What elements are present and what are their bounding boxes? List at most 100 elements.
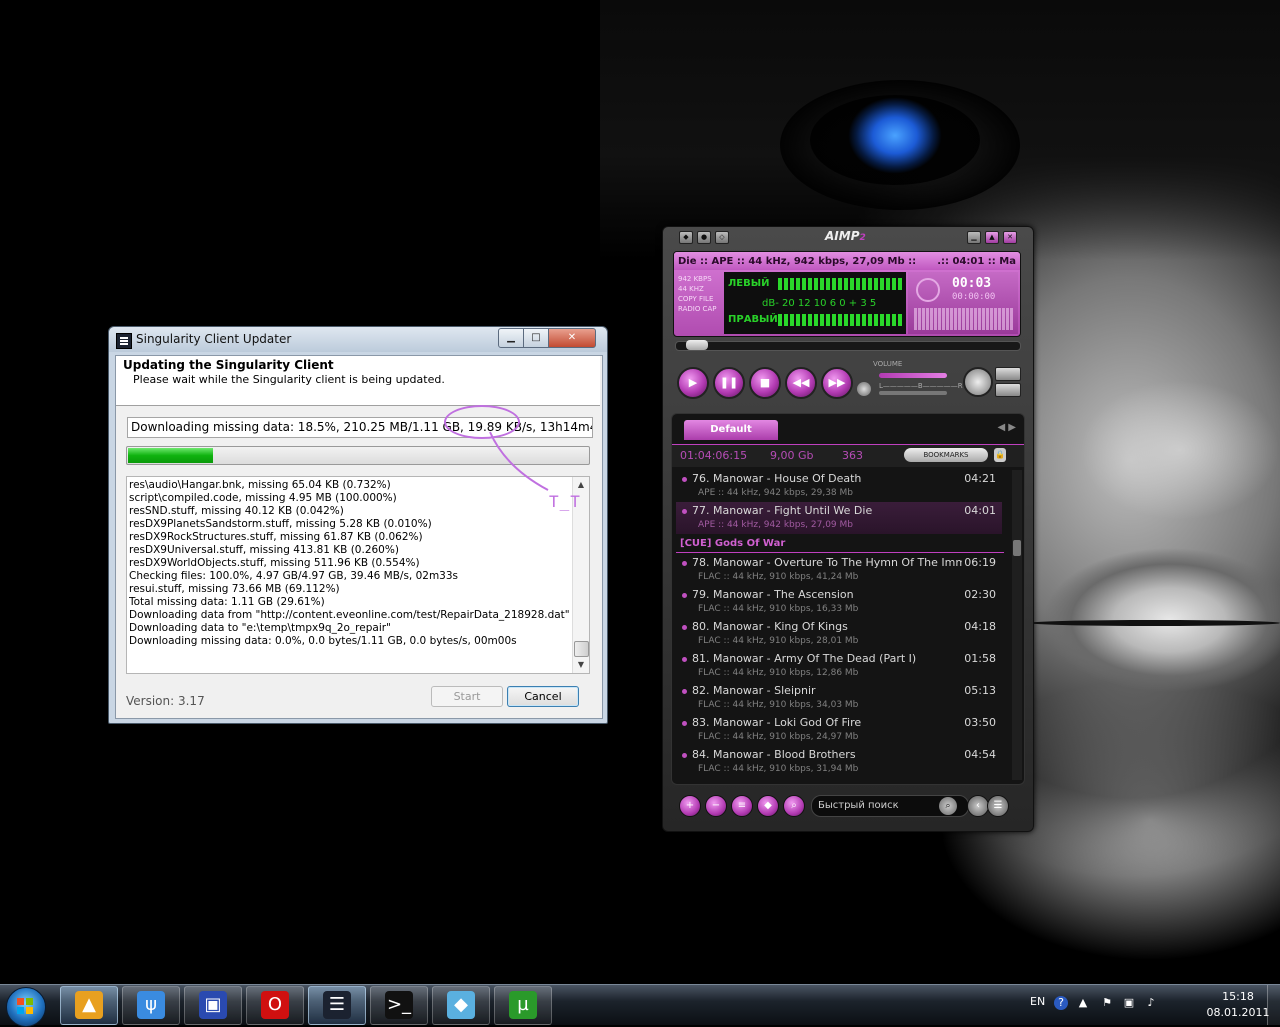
aimp-logo: AIMP2 bbox=[825, 229, 866, 243]
elapsed-time[interactable]: 00:03 bbox=[952, 276, 991, 291]
cmd-app-icon: >_ bbox=[385, 991, 413, 1019]
show-desktop-button[interactable] bbox=[1267, 985, 1280, 1025]
find-icon[interactable]: ⌕ bbox=[783, 795, 805, 817]
lock-icon[interactable]: 🔒 bbox=[994, 448, 1006, 462]
playlist-track[interactable]: 84. Manowar - Blood Brothers 04:54 FLAC ::… bbox=[676, 746, 1002, 778]
opera-app-icon: O bbox=[261, 991, 289, 1019]
playlist-scroll-thumb[interactable] bbox=[1013, 540, 1021, 556]
seek-bar[interactable] bbox=[675, 340, 1021, 351]
taskbar-utorrent-app[interactable]: µ bbox=[494, 986, 552, 1025]
log-line: resui.stuff, missing 73.66 MB (69.112%) bbox=[129, 583, 340, 595]
mark-icon[interactable]: ◆ bbox=[757, 795, 779, 817]
playlist-track[interactable]: 76. Manowar - House Of Death 04:21 APE :: … bbox=[676, 470, 1002, 502]
log-box[interactable]: res\audio\Hangar.bnk, missing 65.04 KB (… bbox=[126, 476, 590, 674]
start-button[interactable]: Start bbox=[431, 686, 503, 707]
updater-app-icon: ☰ bbox=[323, 991, 351, 1019]
action-center-flag-icon[interactable]: ⚑ bbox=[1100, 996, 1114, 1010]
log-line: Downloading data to "e:\temp\tmpx9q_2o_r… bbox=[129, 622, 391, 634]
sort-icon[interactable]: ≡ bbox=[731, 795, 753, 817]
vu-meter: ЛЕВЫЙ dB- 20 12 10 6 0 + 3 5 ПРАВЫЙ bbox=[724, 272, 906, 334]
clock-date[interactable]: 08.01.2011 bbox=[1206, 1006, 1270, 1019]
aimp-titlebar[interactable]: ◆ ● ◇ AIMP2 ▁ ▲ ✕ bbox=[663, 227, 1033, 247]
equalizer-button[interactable] bbox=[963, 367, 993, 397]
track-meta: APE :: 44 kHz, 942 kbps, 27,09 Mb bbox=[698, 520, 853, 530]
scroll-up-arrow-icon[interactable]: ▲ bbox=[573, 477, 589, 493]
log-line: resSND.stuff, missing 40.12 KB (0.042%) bbox=[129, 505, 344, 517]
khz-label: 44 KHZ bbox=[678, 285, 704, 293]
balance-slider[interactable] bbox=[879, 391, 947, 395]
minimize-button[interactable]: ▁ bbox=[498, 328, 524, 348]
language-indicator[interactable]: EN bbox=[1030, 995, 1045, 1008]
playlist-tab-default[interactable]: Default bbox=[684, 420, 778, 440]
aimp-skin-icon[interactable]: ◇ bbox=[715, 231, 729, 244]
close-button[interactable]: ✕ bbox=[548, 328, 596, 348]
playlist-tab-arrows-icon[interactable]: ◀ ▶ bbox=[997, 422, 1016, 433]
playlist-menu-icon[interactable]: ☰ bbox=[987, 795, 1009, 817]
power-knob-icon[interactable] bbox=[916, 278, 940, 302]
volume-icon[interactable]: ♪ bbox=[1144, 996, 1158, 1010]
next-button[interactable]: ▶▶ bbox=[821, 367, 853, 399]
taskbar-aimp-app[interactable]: ▲ bbox=[60, 986, 118, 1025]
stop-button[interactable]: ■ bbox=[749, 367, 781, 399]
previous-button[interactable]: ◀◀ bbox=[785, 367, 817, 399]
show-hidden-icons-icon[interactable]: ▲ bbox=[1076, 996, 1090, 1010]
aimp-menu-icon[interactable]: ◆ bbox=[679, 231, 693, 244]
play-button[interactable]: ▶ bbox=[677, 367, 709, 399]
scroll-down-arrow-icon[interactable]: ▼ bbox=[573, 657, 589, 673]
updater-titlebar[interactable]: Singularity Client Updater ▁ □ ✕ bbox=[109, 327, 607, 352]
track-title: 79. Manowar - The Ascension bbox=[692, 588, 854, 601]
playlist-toggle-icon[interactable] bbox=[995, 367, 1021, 381]
radio-cap-label: RADIO CAP bbox=[678, 305, 717, 313]
clock-time[interactable]: 15:18 bbox=[1212, 990, 1264, 1003]
playlist-track[interactable]: 79. Manowar - The Ascension 02:30 FLAC :: … bbox=[676, 586, 1002, 618]
playlist-track[interactable]: 81. Manowar - Army Of The Dead (Part I) 0… bbox=[676, 650, 1002, 682]
cancel-button[interactable]: Cancel bbox=[507, 686, 579, 707]
playlist-track[interactable]: 83. Manowar - Loki God Of Fire 03:50 FLAC … bbox=[676, 714, 1002, 746]
annotation-arrow bbox=[489, 431, 549, 491]
scroll-left-icon[interactable]: ‹ bbox=[967, 795, 989, 817]
playlist-scrollbar[interactable] bbox=[1012, 470, 1022, 780]
elapsed-time-sub: 00:00:00 bbox=[952, 292, 996, 302]
playlist-list[interactable]: 76. Manowar - House Of Death 04:21 APE :: … bbox=[676, 470, 1004, 780]
vu-db-scale: dB- 20 12 10 6 0 + 3 5 bbox=[762, 298, 877, 309]
playlist-track[interactable]: 77. Manowar - Fight Until We Die 04:01 APE… bbox=[676, 502, 1002, 534]
playlist-track[interactable]: 80. Manowar - King Of Kings 04:18 FLAC :: … bbox=[676, 618, 1002, 650]
volume-slider[interactable] bbox=[879, 373, 947, 378]
playlist-track[interactable]: 82. Manowar - Sleipnir 05:13 FLAC :: 44 kH… bbox=[676, 682, 1002, 714]
network-icon[interactable]: ▣ bbox=[1122, 996, 1136, 1010]
taskbar: ▲ ψ ▣ O ☰ >_ ◆ µ EN ? ▲ ⚑ ▣ ♪ 15:18 08.01.2011 bbox=[0, 984, 1280, 1027]
wallpaper-blue-eye bbox=[810, 95, 980, 185]
start-button[interactable] bbox=[6, 987, 46, 1027]
taskbar-psi-app[interactable]: ψ bbox=[122, 986, 180, 1025]
cue-group-header[interactable]: [CUE] Gods Of War bbox=[676, 536, 1004, 553]
log-line: resDX9Universal.stuff, missing 413.81 KB… bbox=[129, 544, 399, 556]
aimp-minimize-icon[interactable]: ▁ bbox=[967, 231, 981, 244]
remove-files-icon[interactable]: − bbox=[705, 795, 727, 817]
taskbar-updater-app[interactable]: ☰ bbox=[308, 986, 366, 1025]
updater-title: Singularity Client Updater bbox=[136, 332, 292, 346]
taskbar-notes-app[interactable]: ◆ bbox=[432, 986, 490, 1025]
taskbar-opera-app[interactable]: O bbox=[246, 986, 304, 1025]
playlist-track[interactable]: 78. Manowar - Overture To The Hymn Of Th… bbox=[676, 554, 1002, 586]
bookmarks-button[interactable]: BOOKMARKS bbox=[904, 448, 988, 462]
aimp-options-icon[interactable]: ● bbox=[697, 231, 711, 244]
maximize-button[interactable]: □ bbox=[523, 328, 549, 348]
track-title: 80. Manowar - King Of Kings bbox=[692, 620, 848, 633]
eq-toggle-icon[interactable] bbox=[995, 383, 1021, 397]
eject-icon[interactable] bbox=[857, 382, 871, 396]
track-meta: FLAC :: 44 kHz, 910 kbps, 24,97 Mb bbox=[698, 732, 859, 742]
add-files-icon[interactable]: + bbox=[679, 795, 701, 817]
taskbar-floppy-app[interactable]: ▣ bbox=[184, 986, 242, 1025]
taskbar-cmd-app[interactable]: >_ bbox=[370, 986, 428, 1025]
search-icon[interactable]: ⌕ bbox=[939, 797, 957, 815]
track-meta: FLAC :: 44 kHz, 910 kbps, 31,94 Mb bbox=[698, 764, 859, 774]
marquee-right: .:: 04:01 :: Ma bbox=[937, 256, 1016, 267]
scroll-thumb[interactable] bbox=[574, 641, 589, 657]
track-duration: 04:21 bbox=[964, 472, 996, 485]
help-icon[interactable]: ? bbox=[1054, 996, 1068, 1010]
aimp-tray-icon[interactable]: ▲ bbox=[985, 231, 999, 244]
aimp-close-icon[interactable]: ✕ bbox=[1003, 231, 1017, 244]
wallpaper-lips-line bbox=[1030, 620, 1280, 626]
seek-thumb[interactable] bbox=[686, 340, 708, 350]
pause-button[interactable]: ❚❚ bbox=[713, 367, 745, 399]
